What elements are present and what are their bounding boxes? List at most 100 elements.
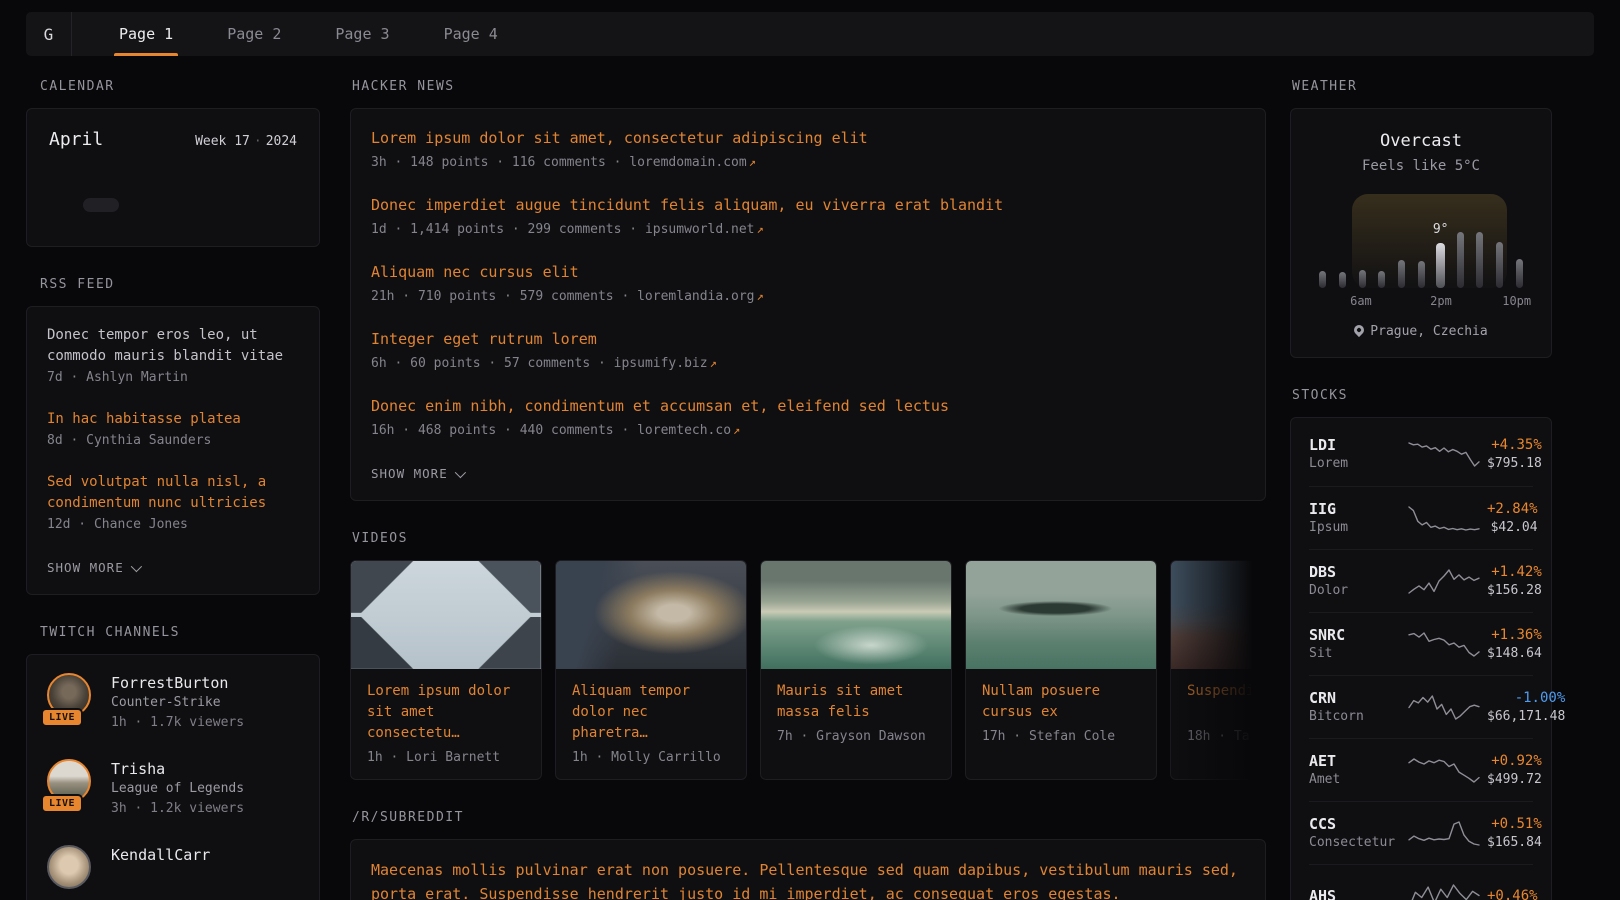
twitch-channel[interactable]: LIVE KendallCarr — [47, 845, 299, 897]
calendar-day — [47, 182, 83, 196]
stock-ticker[interactable]: LDI — [1309, 435, 1401, 455]
stock-row[interactable]: AHS +0.46% — [1309, 864, 1533, 900]
calendar-day-name — [47, 164, 83, 182]
avatar — [47, 845, 91, 889]
video-card[interactable]: Aliquam tempor dolor nec pharetra… 1h · … — [555, 560, 747, 780]
video-card[interactable]: Suspendisse diam 18h · Tara — [1170, 560, 1266, 780]
hackernews-item-domain[interactable]: loremlandia.org — [637, 289, 754, 304]
hackernews-item-domain[interactable]: loremdomain.com — [629, 155, 746, 170]
stock-row[interactable]: LDI Lorem +4.35% $795.18 — [1309, 423, 1533, 486]
weather-feels-like: Feels like 5°C — [1311, 158, 1531, 174]
subreddit-widget: Maecenas mollis pulvinar erat non posuer… — [350, 839, 1266, 900]
hackernews-item-domain[interactable]: ipsumify.biz — [614, 356, 708, 371]
stock-row[interactable]: CRN Bitcorn -1.00% $66,171.48 — [1309, 675, 1533, 738]
stock-ticker[interactable]: SNRC — [1309, 625, 1401, 645]
top-nav: G Page 1 Page 2 Page 3 Page 4 — [26, 12, 1594, 56]
page-tab[interactable]: Page 1 — [92, 12, 200, 56]
weather-location: Prague, Czechia — [1354, 324, 1487, 339]
hackernews-item-title[interactable]: Donec enim nibh, condimentum et accumsan… — [371, 395, 1245, 418]
page-tab[interactable]: Page 3 — [308, 12, 416, 56]
hackernews-item-domain[interactable]: ipsumworld.net — [645, 222, 755, 237]
weather-widget: Overcast Feels like 5°C 9° 6am2pm10pm Pr… — [1290, 108, 1552, 358]
video-thumbnail[interactable] — [1171, 561, 1266, 669]
video-card[interactable]: Nullam posuere cursus ex 17h · Stefan Co… — [965, 560, 1157, 780]
app-logo[interactable]: G — [26, 12, 72, 56]
weather-bar — [1457, 232, 1464, 288]
video-title[interactable]: Mauris sit amet massa felis — [777, 681, 935, 723]
stock-id: AET Amet — [1309, 751, 1401, 789]
video-card[interactable]: Lorem ipsum dolor sit amet consectetu… 1… — [350, 560, 542, 780]
rss-item-title[interactable]: In hac habitasse platea — [47, 409, 299, 430]
hackernews-section-title: HACKER NEWS — [352, 79, 1266, 94]
stock-sparkline — [1407, 503, 1481, 533]
hackernews-show-more[interactable]: SHOW MORE — [371, 466, 463, 481]
subreddit-post-title[interactable]: Maecenas mollis pulvinar erat non posuer… — [371, 858, 1245, 900]
hackernews-item-title[interactable]: Integer eget rutrum lorem — [371, 328, 1245, 351]
stock-row[interactable]: AET Amet +0.92% $499.72 — [1309, 738, 1533, 801]
page-tab-label: Page 1 — [119, 25, 173, 43]
external-link-icon[interactable]: ↗ — [708, 356, 717, 370]
hackernews-item-title[interactable]: Donec imperdiet augue tincidunt felis al… — [371, 194, 1245, 217]
stock-values: +4.35% $795.18 — [1487, 435, 1542, 473]
rss-section: RSS FEED Donec tempor eros leo, ut commo… — [26, 277, 320, 595]
twitch-channel-name[interactable]: Trisha — [111, 759, 244, 779]
rss-widget: Donec tempor eros leo, ut commodo mauris… — [26, 306, 320, 595]
stock-ticker[interactable]: AHS — [1309, 886, 1401, 900]
video-meta: 1h · Lori Barnett — [367, 750, 525, 765]
calendar-header: April Week 17·2024 — [49, 129, 297, 150]
rss-item-title[interactable]: Sed volutpat nulla nisl, a condimentum n… — [47, 472, 299, 514]
stock-id: DBS Dolor — [1309, 562, 1401, 600]
rss-show-more[interactable]: SHOW MORE — [47, 560, 139, 575]
stock-ticker[interactable]: CCS — [1309, 814, 1401, 834]
stock-values: +1.42% $156.28 — [1487, 562, 1542, 600]
calendar-day — [227, 198, 263, 212]
calendar-section: CALENDAR April Week 17·2024 — [26, 79, 320, 247]
twitch-channel-name[interactable]: KendallCarr — [111, 845, 210, 865]
external-link-icon[interactable]: ↗ — [755, 289, 764, 303]
stock-sparkline — [1407, 755, 1481, 785]
rss-item-title[interactable]: Donec tempor eros leo, ut commodo mauris… — [47, 325, 299, 367]
hackernews-section: HACKER NEWS Lorem ipsum dolor sit amet, … — [350, 79, 1266, 501]
twitch-channel[interactable]: LIVE ForrestBurton Counter-Strike 1h · 1… — [47, 673, 299, 733]
stock-ticker[interactable]: DBS — [1309, 562, 1401, 582]
page-tab-label: Page 4 — [444, 25, 498, 43]
weather-bar-slot — [1372, 271, 1392, 288]
external-link-icon[interactable]: ↗ — [747, 155, 756, 169]
page-tab[interactable]: Page 4 — [417, 12, 525, 56]
stock-values: +1.36% $148.64 — [1487, 625, 1542, 663]
calendar-day — [47, 198, 83, 212]
external-link-icon[interactable]: ↗ — [755, 222, 764, 236]
video-title[interactable]: Suspendisse diam — [1187, 681, 1266, 723]
stock-row[interactable]: DBS Dolor +1.42% $156.28 — [1309, 549, 1533, 612]
hackernews-item-title[interactable]: Lorem ipsum dolor sit amet, consectetur … — [371, 127, 1245, 150]
twitch-channel-game: League of Legends — [111, 779, 244, 799]
video-thumbnail[interactable] — [966, 561, 1156, 669]
stock-row[interactable]: SNRC Sit +1.36% $148.64 — [1309, 612, 1533, 675]
video-title[interactable]: Lorem ipsum dolor sit amet consectetu… — [367, 681, 525, 744]
stock-ticker[interactable]: CRN — [1309, 688, 1401, 708]
video-thumbnail[interactable] — [556, 561, 746, 669]
stock-id: CCS Consectetur — [1309, 814, 1401, 852]
external-link-icon[interactable]: ↗ — [731, 423, 740, 437]
twitch-channel[interactable]: LIVE Trisha League of Legends 3h · 1.2k … — [47, 759, 299, 819]
video-thumbnail[interactable] — [761, 561, 951, 669]
weather-bar — [1418, 261, 1425, 288]
page-tab[interactable]: Page 2 — [200, 12, 308, 56]
stock-ticker[interactable]: AET — [1309, 751, 1401, 771]
stock-row[interactable]: IIG Ipsum +2.84% $42.04 — [1309, 486, 1533, 549]
video-card[interactable]: Mauris sit amet massa felis 7h · Grayson… — [760, 560, 952, 780]
video-title[interactable]: Nullam posuere cursus ex — [982, 681, 1140, 723]
subreddit-post: Maecenas mollis pulvinar erat non posuer… — [371, 858, 1245, 900]
live-badge: LIVE — [41, 708, 83, 727]
hackernews-item-domain[interactable]: loremtech.co — [637, 423, 731, 438]
video-thumbnail[interactable] — [351, 561, 541, 669]
twitch-channel-meta: 3h · 1.2k viewers — [111, 799, 244, 819]
stock-row[interactable]: CCS Consectetur +0.51% $165.84 — [1309, 801, 1533, 864]
hackernews-item-title[interactable]: Aliquam nec cursus elit — [371, 261, 1245, 284]
weather-axis-label: 10pm — [1502, 294, 1531, 308]
video-title[interactable]: Aliquam tempor dolor nec pharetra… — [572, 681, 730, 744]
calendar-day-name — [227, 164, 263, 182]
twitch-channel-name[interactable]: ForrestBurton — [111, 673, 244, 693]
calendar-day — [83, 198, 119, 212]
stock-ticker[interactable]: IIG — [1309, 499, 1401, 519]
